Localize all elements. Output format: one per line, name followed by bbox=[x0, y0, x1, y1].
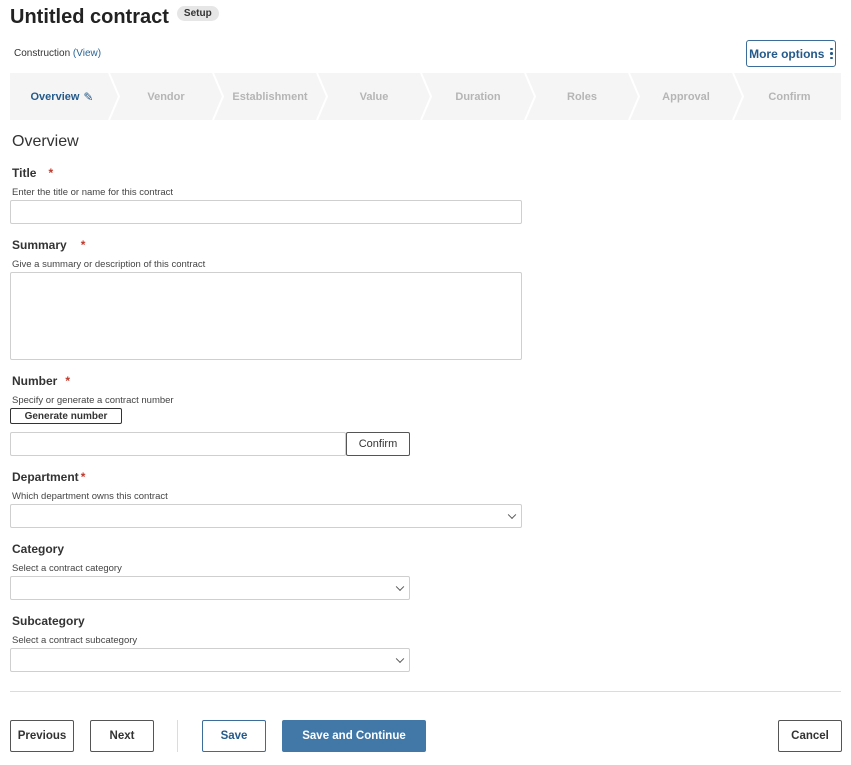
save-button[interactable]: Save bbox=[202, 720, 266, 752]
status-badge: Setup bbox=[176, 6, 219, 21]
title-input[interactable] bbox=[10, 200, 522, 224]
required-marker: * bbox=[48, 166, 54, 180]
confirm-number-button[interactable]: Confirm bbox=[346, 432, 410, 456]
chevron-down-icon bbox=[395, 654, 405, 664]
kebab-icon bbox=[830, 47, 833, 60]
summary-label: Summary * bbox=[12, 238, 86, 252]
more-options-label: More options bbox=[749, 46, 825, 61]
category-select[interactable] bbox=[10, 576, 410, 600]
next-button[interactable]: Next bbox=[90, 720, 154, 752]
subcategory-label: Subcategory bbox=[12, 614, 85, 628]
context-row: Construction (View) bbox=[14, 48, 101, 59]
title-help: Enter the title or name for this contrac… bbox=[12, 187, 174, 198]
step-confirm[interactable]: Confirm bbox=[738, 73, 841, 120]
step-label: Overview bbox=[30, 90, 80, 103]
page-title: Untitled contract bbox=[10, 6, 169, 28]
view-link[interactable]: (View) bbox=[73, 48, 101, 59]
required-marker: * bbox=[65, 374, 71, 388]
department-label: Department * bbox=[12, 470, 86, 484]
step-approval[interactable]: Approval bbox=[634, 73, 738, 120]
step-duration[interactable]: Duration bbox=[426, 73, 530, 120]
number-help: Specify or generate a contract number bbox=[12, 395, 174, 406]
category-label: Category bbox=[12, 542, 65, 556]
progress-stepper: Overview ✎ Vendor Establishment Value Du… bbox=[10, 73, 841, 120]
subcategory-help: Select a contract subcategory bbox=[12, 635, 138, 646]
previous-button[interactable]: Previous bbox=[10, 720, 74, 752]
subcategory-select[interactable] bbox=[10, 648, 410, 672]
category-help: Select a contract category bbox=[12, 563, 122, 574]
step-label: Confirm bbox=[768, 90, 811, 103]
summary-help: Give a summary or description of this co… bbox=[12, 259, 206, 270]
cancel-button[interactable]: Cancel bbox=[778, 720, 842, 752]
number-label: Number * bbox=[12, 374, 71, 388]
context-label: Construction bbox=[14, 48, 71, 59]
required-marker: * bbox=[80, 238, 86, 252]
chevron-down-icon bbox=[395, 582, 405, 592]
summary-textarea[interactable] bbox=[10, 272, 522, 360]
department-help: Which department owns this contract bbox=[12, 491, 168, 502]
step-roles[interactable]: Roles bbox=[530, 73, 634, 120]
pencil-icon: ✎ bbox=[83, 89, 94, 104]
number-input[interactable] bbox=[10, 432, 346, 456]
step-label: Roles bbox=[567, 90, 597, 103]
step-label: Value bbox=[359, 90, 389, 103]
generate-number-button[interactable]: Generate number bbox=[10, 408, 122, 424]
step-label: Vendor bbox=[147, 90, 185, 103]
step-overview[interactable]: Overview ✎ bbox=[10, 73, 114, 120]
step-label: Duration bbox=[455, 90, 501, 103]
step-establishment[interactable]: Establishment bbox=[218, 73, 322, 120]
step-vendor[interactable]: Vendor bbox=[114, 73, 218, 120]
step-label: Establishment bbox=[232, 90, 308, 103]
title-label: Title * bbox=[12, 166, 54, 180]
chevron-down-icon bbox=[507, 510, 517, 520]
step-label: Approval bbox=[662, 90, 710, 103]
section-title: Overview bbox=[12, 133, 79, 150]
step-value[interactable]: Value bbox=[322, 73, 426, 120]
more-options-button[interactable]: More options bbox=[746, 40, 836, 67]
required-marker: * bbox=[80, 470, 86, 484]
footer-separator bbox=[177, 720, 178, 752]
footer-divider bbox=[10, 691, 841, 692]
save-and-continue-button[interactable]: Save and Continue bbox=[282, 720, 426, 752]
department-select[interactable] bbox=[10, 504, 522, 528]
title-row: Untitled contract Setup bbox=[10, 6, 219, 29]
